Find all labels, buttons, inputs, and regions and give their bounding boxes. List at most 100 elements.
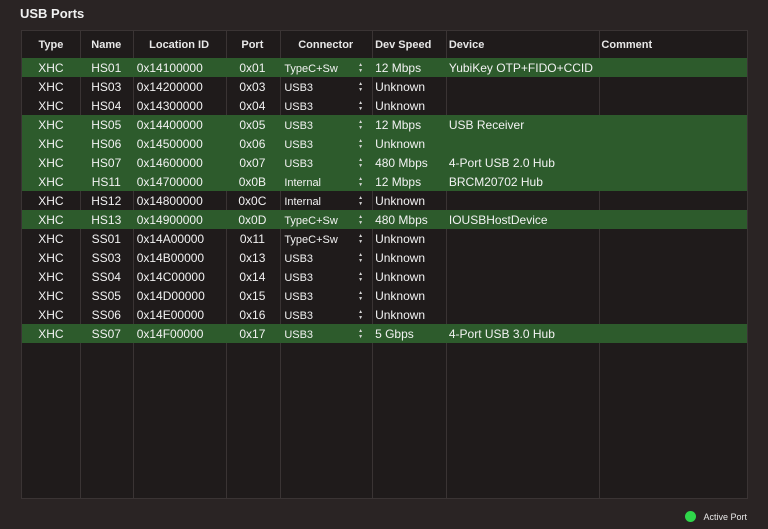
cell-device: 4-Port USB 2.0 Hub [448, 155, 555, 170]
column-header-dev-speed[interactable]: Dev Speed [371, 39, 445, 51]
cell-type: XHC [38, 136, 64, 151]
cell-name: SS01 [91, 231, 121, 246]
cell-location-id: 0x14300000 [136, 98, 203, 113]
cell-name: SS06 [91, 307, 121, 322]
cell-type: XHC [38, 117, 64, 132]
cell-location-id: 0x14600000 [136, 155, 203, 170]
cell-dev-speed: Unknown [375, 269, 426, 284]
column-header-type[interactable]: Type [22, 39, 80, 51]
up-down-chevron-icon[interactable]: ▲ ▼ [358, 233, 363, 245]
cell-location-id: 0x14900000 [136, 212, 203, 227]
connector-select[interactable]: Internal ▲ ▼ [279, 175, 371, 189]
table-row[interactable]: XHC HS07 0x14600000 0x07 USB3 ▲ ▼ 480 Mbps 4-Por… [22, 153, 747, 172]
connector-select[interactable]: USB3 ▲ ▼ [279, 137, 371, 151]
table-row[interactable]: XHC SS01 0x14A00000 0x11 TypeC+Sw ▲ ▼ Unknown [22, 229, 747, 248]
cell-name: SS07 [91, 326, 121, 341]
up-down-chevron-icon[interactable]: ▲ ▼ [358, 157, 363, 169]
table-row[interactable]: XHC HS06 0x14500000 0x06 USB3 ▲ ▼ Unknown [22, 134, 747, 153]
connector-value: TypeC+Sw [284, 214, 338, 227]
cell-port: 0x14 [239, 269, 266, 284]
cell-type: XHC [38, 212, 64, 227]
up-down-chevron-icon[interactable]: ▲ ▼ [358, 119, 363, 131]
cell-dev-speed: 5 Gbps [375, 326, 414, 341]
table-row[interactable]: XHC HS01 0x14100000 0x01 TypeC+Sw ▲ ▼ 12 Mbps Yu… [22, 58, 747, 77]
connector-value: USB3 [284, 81, 314, 94]
up-down-chevron-icon[interactable]: ▲ ▼ [358, 138, 363, 150]
cell-location-id: 0x14500000 [136, 136, 203, 151]
up-down-chevron-icon[interactable]: ▲ ▼ [358, 176, 363, 188]
cell-name: HS05 [91, 117, 122, 132]
cell-location-id: 0x14D00000 [136, 288, 205, 303]
cell-name: HS04 [91, 98, 122, 113]
cell-dev-speed: Unknown [375, 250, 426, 265]
usb-ports-table: Type Name Location ID Port Connector Dev… [21, 30, 748, 499]
column-header-device[interactable]: Device [445, 39, 598, 51]
table-row[interactable]: XHC HS05 0x14400000 0x05 USB3 ▲ ▼ 12 Mbps USB Re… [22, 115, 747, 134]
table-body: XHC HS01 0x14100000 0x01 TypeC+Sw ▲ ▼ 12 Mbps Yu… [22, 58, 747, 343]
connector-select[interactable]: Internal ▲ ▼ [279, 194, 371, 208]
cell-location-id: 0x14F00000 [136, 326, 204, 341]
up-down-chevron-icon[interactable]: ▲ ▼ [358, 271, 363, 283]
connector-select[interactable]: USB3 ▲ ▼ [279, 251, 371, 265]
up-down-chevron-icon[interactable]: ▲ ▼ [358, 81, 363, 93]
column-header-comment[interactable]: Comment [597, 39, 747, 51]
table-header: Type Name Location ID Port Connector Dev… [22, 31, 747, 58]
cell-dev-speed: 12 Mbps [375, 60, 422, 75]
up-down-chevron-icon[interactable]: ▲ ▼ [358, 309, 363, 321]
up-down-chevron-icon[interactable]: ▲ ▼ [358, 195, 363, 207]
column-header-port[interactable]: Port [225, 39, 279, 51]
up-down-chevron-icon[interactable]: ▲ ▼ [358, 62, 363, 74]
table-row[interactable]: XHC HS04 0x14300000 0x04 USB3 ▲ ▼ Unknown [22, 96, 747, 115]
cell-device: YubiKey OTP+FIDO+CCID [448, 60, 593, 75]
cell-device: IOUSBHostDevice [448, 212, 548, 227]
cell-type: XHC [38, 193, 64, 208]
table-row[interactable]: XHC HS11 0x14700000 0x0B Internal ▲ ▼ 12 Mbps BR… [22, 172, 747, 191]
cell-port: 0x0D [238, 212, 267, 227]
connector-select[interactable]: TypeC+Sw ▲ ▼ [279, 213, 371, 227]
cell-dev-speed: Unknown [375, 136, 426, 151]
connector-value: USB3 [284, 290, 314, 303]
connector-select[interactable]: USB3 ▲ ▼ [279, 308, 371, 322]
table-row[interactable]: XHC SS03 0x14B00000 0x13 USB3 ▲ ▼ Unknown [22, 248, 747, 267]
connector-select[interactable]: USB3 ▲ ▼ [279, 118, 371, 132]
cell-dev-speed: Unknown [375, 193, 426, 208]
connector-select[interactable]: USB3 ▲ ▼ [279, 289, 371, 303]
cell-location-id: 0x14400000 [136, 117, 203, 132]
connector-select[interactable]: TypeC+Sw ▲ ▼ [279, 61, 371, 75]
up-down-chevron-icon[interactable]: ▲ ▼ [358, 328, 363, 340]
connector-select[interactable]: USB3 ▲ ▼ [279, 80, 371, 94]
connector-select[interactable]: USB3 ▲ ▼ [279, 327, 371, 341]
table-row[interactable]: XHC SS05 0x14D00000 0x15 USB3 ▲ ▼ Unknown [22, 286, 747, 305]
column-header-location-id[interactable]: Location ID [133, 39, 226, 51]
up-down-chevron-icon[interactable]: ▲ ▼ [358, 214, 363, 226]
table-row[interactable]: XHC SS06 0x14E00000 0x16 USB3 ▲ ▼ Unknown [22, 305, 747, 324]
cell-dev-speed: 12 Mbps [375, 117, 422, 132]
connector-select[interactable]: USB3 ▲ ▼ [279, 156, 371, 170]
table-row[interactable]: XHC SS04 0x14C00000 0x14 USB3 ▲ ▼ Unknown [22, 267, 747, 286]
cell-dev-speed: Unknown [375, 288, 426, 303]
connector-select[interactable]: USB3 ▲ ▼ [279, 99, 371, 113]
cell-type: XHC [38, 60, 64, 75]
table-row[interactable]: XHC SS07 0x14F00000 0x17 USB3 ▲ ▼ 5 Gbps 4-Port … [22, 324, 747, 343]
cell-dev-speed: 480 Mbps [375, 212, 428, 227]
table-row[interactable]: XHC HS13 0x14900000 0x0D TypeC+Sw ▲ ▼ 480 Mbps I… [22, 210, 747, 229]
cell-device: BRCM20702 Hub [448, 174, 543, 189]
connector-value: USB3 [284, 252, 314, 265]
cell-port: 0x11 [239, 231, 265, 246]
cell-location-id: 0x14200000 [136, 79, 203, 94]
up-down-chevron-icon[interactable]: ▲ ▼ [358, 290, 363, 302]
cell-dev-speed: Unknown [375, 231, 426, 246]
table-row[interactable]: XHC HS03 0x14200000 0x03 USB3 ▲ ▼ Unknown [22, 77, 747, 96]
connector-select[interactable]: USB3 ▲ ▼ [279, 270, 371, 284]
connector-value: USB3 [284, 119, 314, 132]
column-header-connector[interactable]: Connector [279, 39, 371, 51]
connector-value: USB3 [284, 157, 314, 170]
column-header-name[interactable]: Name [80, 39, 133, 51]
up-down-chevron-icon[interactable]: ▲ ▼ [358, 100, 363, 112]
cell-port: 0x17 [239, 326, 266, 341]
cell-type: XHC [38, 155, 64, 170]
table-row[interactable]: XHC HS12 0x14800000 0x0C Internal ▲ ▼ Unknown [22, 191, 747, 210]
cell-dev-speed: 12 Mbps [375, 174, 422, 189]
connector-select[interactable]: TypeC+Sw ▲ ▼ [279, 232, 371, 246]
up-down-chevron-icon[interactable]: ▲ ▼ [358, 252, 363, 264]
